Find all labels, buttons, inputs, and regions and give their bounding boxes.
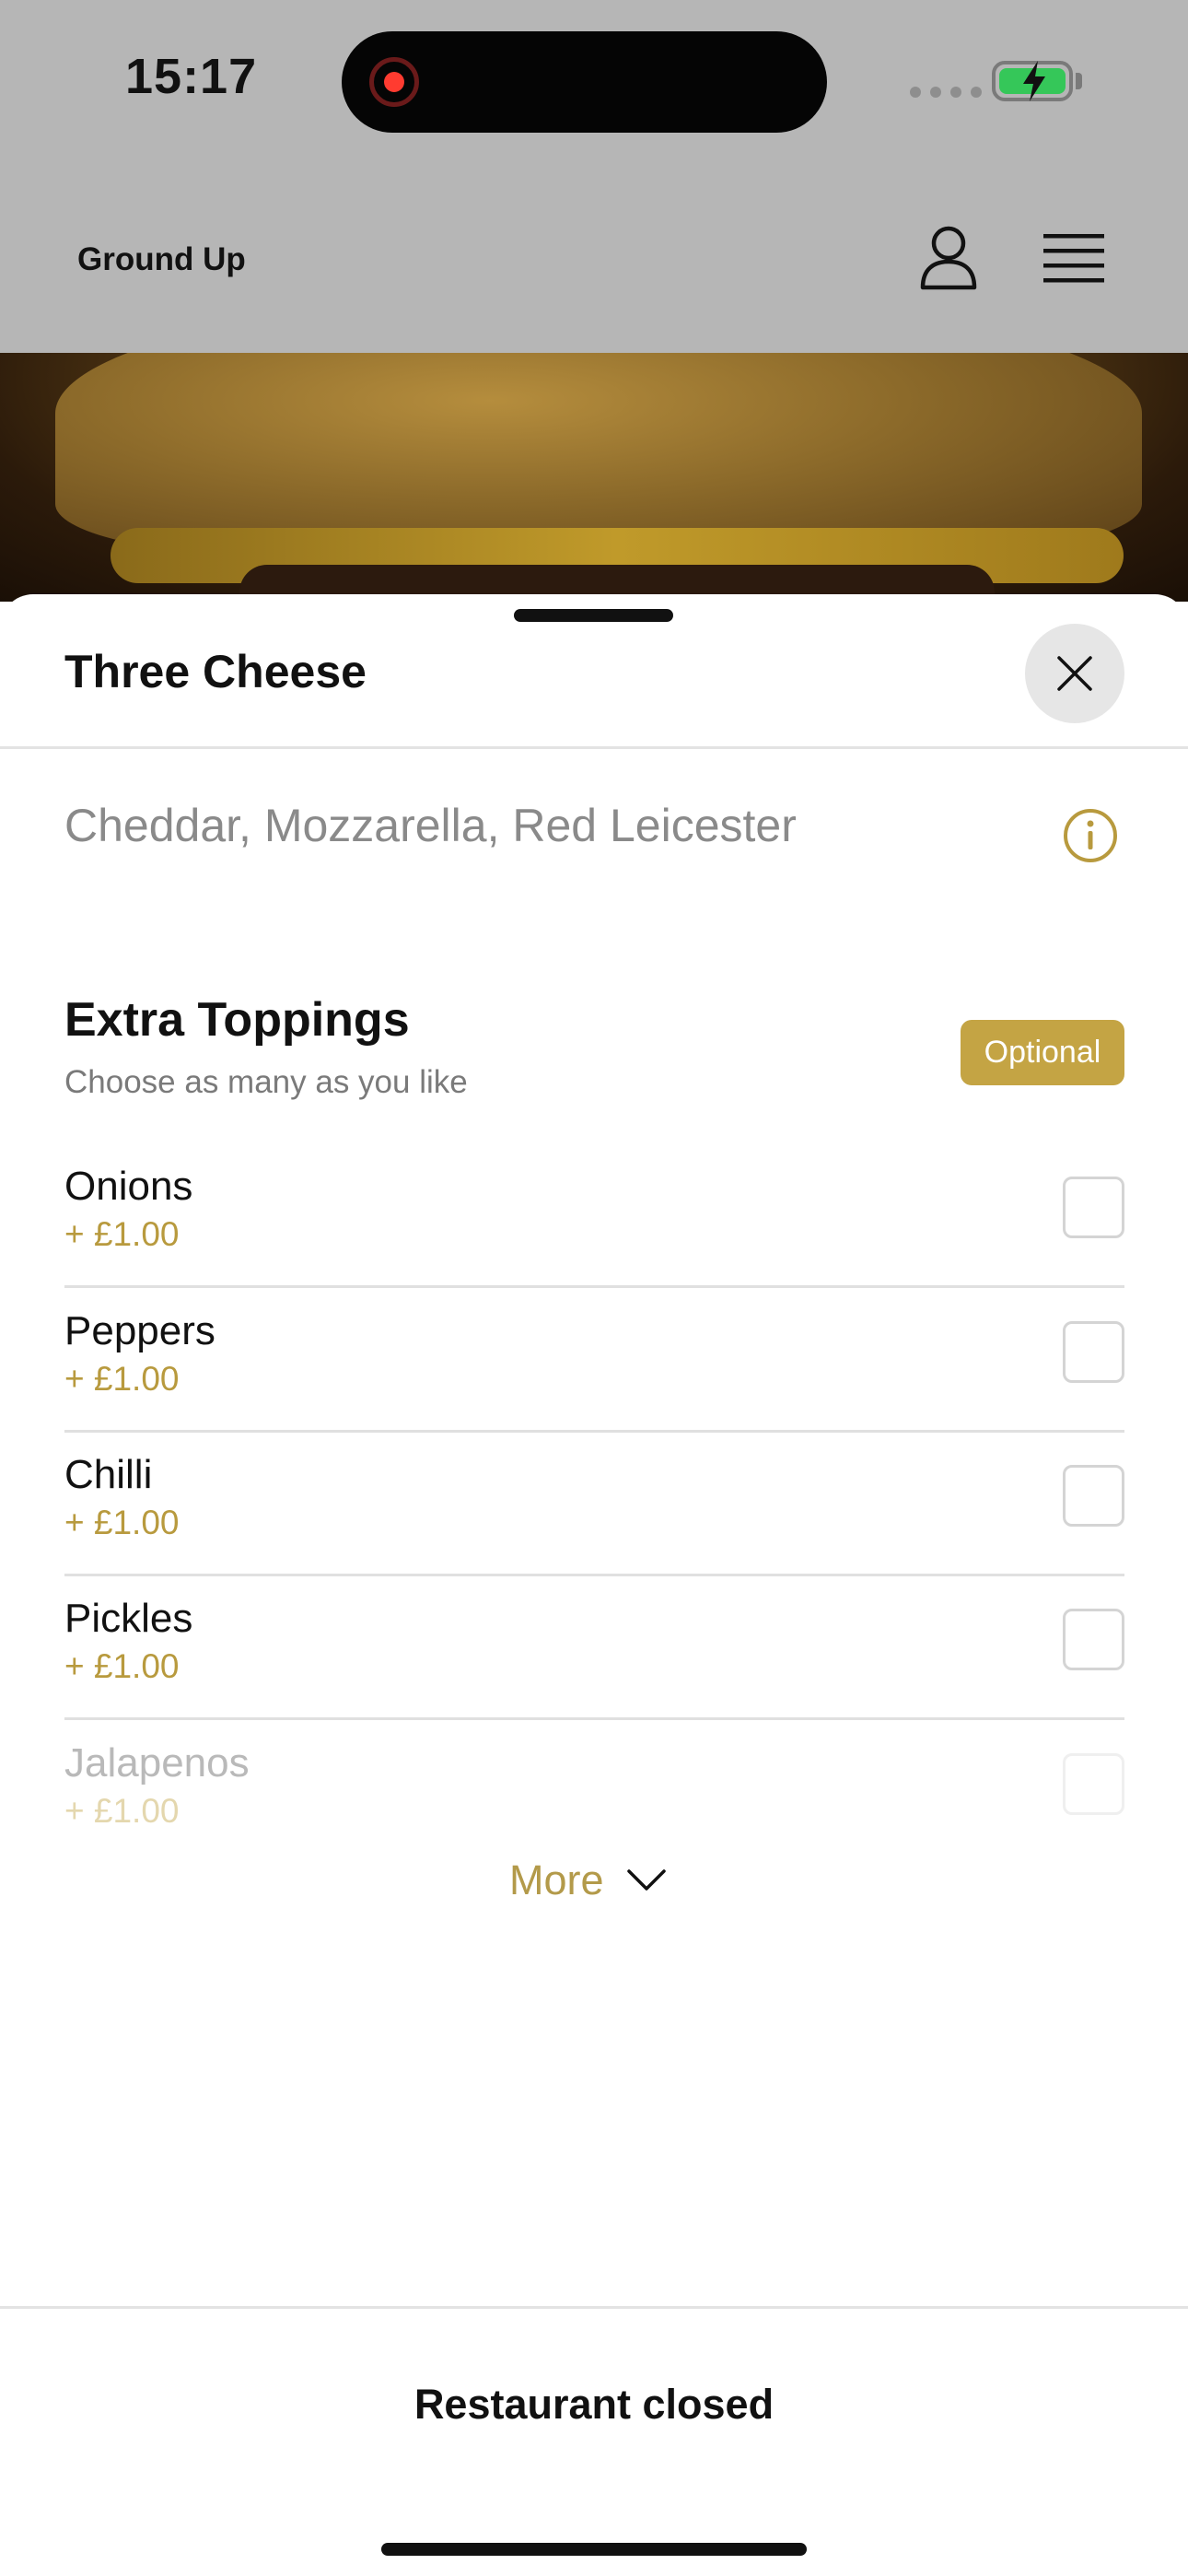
more-label: More [509, 1856, 604, 1903]
option-checkbox[interactable] [1063, 1321, 1124, 1383]
chevron-down-icon [626, 1869, 666, 1891]
topping-option-onions[interactable]: Onions + £1.00 [64, 1143, 1124, 1288]
option-name: Chilli [64, 1452, 153, 1497]
option-price: + £1.00 [64, 1360, 180, 1398]
option-name: Jalapenos [64, 1740, 250, 1786]
close-icon [1057, 656, 1092, 691]
topping-option-chilli[interactable]: Chilli + £1.00 [64, 1432, 1124, 1576]
option-checkbox[interactable] [1063, 1753, 1124, 1815]
user-icon[interactable] [919, 225, 978, 296]
option-checkbox[interactable] [1063, 1609, 1124, 1670]
burger-bun-shape [55, 353, 1142, 556]
option-price: + £1.00 [64, 1504, 180, 1541]
title-divider [0, 746, 1188, 749]
info-icon[interactable] [1063, 808, 1118, 868]
home-indicator[interactable] [381, 2543, 807, 2556]
topping-option-jalapenos[interactable]: Jalapenos + £1.00 [64, 1720, 1124, 1831]
app-header-area: 15:17 Ground Up [0, 0, 1188, 353]
option-price: + £1.00 [64, 1647, 180, 1685]
sheet-grabber[interactable] [514, 609, 673, 622]
option-name: Peppers [64, 1308, 215, 1353]
section-subtitle: Choose as many as you like [64, 1064, 468, 1100]
item-hero-image [0, 353, 1188, 602]
close-button[interactable] [1025, 624, 1124, 723]
restaurant-status: Restaurant closed [413, 2381, 775, 2428]
option-checkbox[interactable] [1063, 1465, 1124, 1527]
battery-cap [1076, 73, 1082, 89]
item-title: Three Cheese [64, 646, 367, 697]
record-icon [369, 57, 419, 107]
brand-name[interactable]: Ground Up [77, 241, 246, 278]
section-title: Extra Toppings [64, 993, 410, 1047]
optional-badge: Optional [961, 1020, 1124, 1085]
topping-option-peppers[interactable]: Peppers + £1.00 [64, 1288, 1124, 1433]
option-checkbox[interactable] [1063, 1177, 1124, 1238]
footer-divider [0, 2306, 1188, 2309]
item-detail-sheet: Three Cheese Cheddar, Mozzarella, Red Le… [0, 594, 1188, 2576]
topping-option-pickles[interactable]: Pickles + £1.00 [64, 1575, 1124, 1720]
status-time: 15:17 [125, 49, 258, 104]
item-description: Cheddar, Mozzarella, Red Leicester [64, 800, 797, 851]
dynamic-island [342, 31, 827, 133]
option-price: + £1.00 [64, 1792, 180, 1830]
option-name: Onions [64, 1164, 193, 1209]
option-price: + £1.00 [64, 1215, 180, 1253]
option-name: Pickles [64, 1596, 193, 1641]
menu-icon[interactable] [1043, 232, 1104, 288]
signal-icon [910, 87, 982, 98]
more-button[interactable]: More [509, 1856, 667, 1904]
battery-icon [992, 61, 1073, 101]
